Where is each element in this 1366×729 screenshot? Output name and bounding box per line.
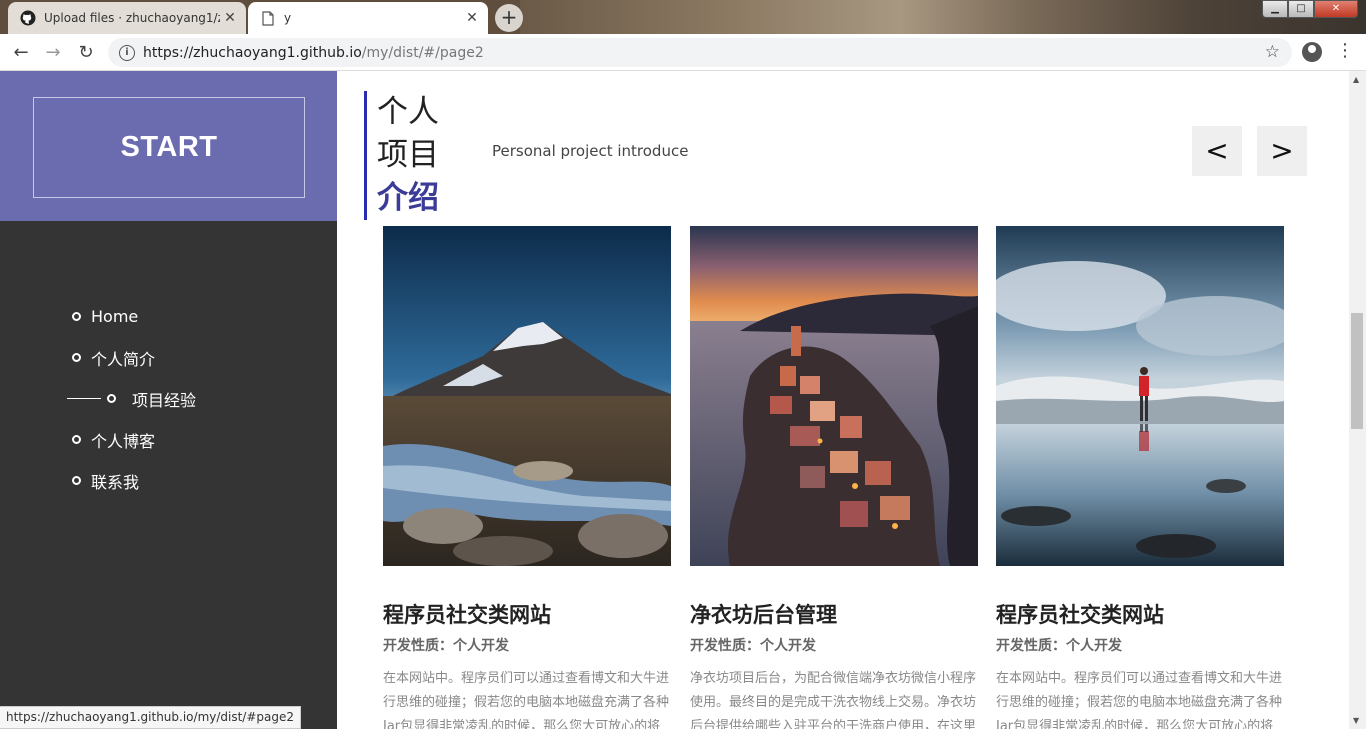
close-tab-icon[interactable]: ✕ <box>220 10 240 26</box>
project-description: 在本网站中。程序员们可以通过查看博文和大牛进行思维的碰撞；假若您的电脑本地磁盘充… <box>383 671 670 729</box>
sidebar-item-contact[interactable]: 联系我 <box>0 460 337 501</box>
heading-line: 项目 <box>377 137 439 173</box>
main-content: 个人 项目 介绍 Personal project introduce < > <box>337 71 1349 729</box>
prev-button[interactable]: < <box>1192 126 1242 176</box>
sidebar-item-blog[interactable]: 个人博客 <box>0 419 337 460</box>
project-title[interactable]: 程序员社交类网站 <box>383 599 671 629</box>
project-title[interactable]: 程序员社交类网站 <box>996 599 1284 629</box>
active-indicator-line <box>67 398 101 399</box>
start-logo[interactable]: START <box>33 97 305 198</box>
project-meta: 开发性质：个人开发 <box>690 638 816 654</box>
page-scrollbar[interactable]: ▲ ▼ <box>1349 71 1366 729</box>
bullet-circle-icon <box>72 476 81 485</box>
project-card[interactable]: 净衣坊后台管理 开发性质：个人开发 净衣坊项目后台，为配合微信端净衣坊微信小程序… <box>690 226 978 729</box>
forward-arrow-icon[interactable]: → <box>41 41 65 65</box>
address-bar[interactable]: i https://zhuchaoyang1.github.io/my/dist… <box>108 38 1292 67</box>
url-path: /my/dist/#/page2 <box>361 44 484 61</box>
project-meta: 开发性质：个人开发 <box>996 638 1122 654</box>
bullet-circle-icon <box>107 394 116 403</box>
scrollbar-thumb[interactable] <box>1351 313 1363 429</box>
back-arrow-icon[interactable]: ← <box>9 41 33 65</box>
maximize-window-button[interactable]: □ <box>1288 0 1314 18</box>
mountain-river-photo[interactable] <box>383 226 671 566</box>
url-host: https://zhuchaoyang1.github.io <box>143 44 362 61</box>
heading-line: 个人 <box>377 94 439 130</box>
bullet-circle-icon <box>72 312 81 321</box>
close-tab-icon[interactable]: ✕ <box>462 10 482 26</box>
site-info-icon[interactable]: i <box>119 44 135 61</box>
sidebar-item-label: 项目经验 <box>132 390 197 410</box>
account-avatar-icon[interactable] <box>1302 42 1322 62</box>
tab-title: y <box>284 11 292 25</box>
scroll-down-arrow-icon[interactable]: ▼ <box>1353 716 1359 725</box>
tab-title: Upload files · zhuchaoyang1/z <box>44 11 220 25</box>
browser-toolbar: ← → ↻ i https://zhuchaoyang1.github.io/m… <box>0 34 1366 71</box>
sidebar-item-label: Home <box>91 307 139 326</box>
tabstrip-background <box>520 0 1366 34</box>
browser-tab-upload[interactable]: Upload files · zhuchaoyang1/z ✕ <box>8 2 246 34</box>
glacier-reflection-photo[interactable] <box>996 226 1284 566</box>
start-panel: START <box>0 71 337 221</box>
heading-line-accent: 介绍 <box>377 180 439 216</box>
sidebar-item-label: 联系我 <box>91 472 140 492</box>
github-icon <box>20 10 36 26</box>
sidebar-item-home[interactable]: Home <box>0 296 337 337</box>
page-icon <box>260 10 276 26</box>
close-window-button[interactable]: ✕ <box>1314 0 1358 18</box>
sidebar-item-label: 个人简介 <box>91 349 156 369</box>
scroll-up-arrow-icon[interactable]: ▲ <box>1353 75 1359 84</box>
coastal-village-photo[interactable] <box>690 226 978 566</box>
new-tab-button[interactable]: + <box>495 4 523 32</box>
project-title[interactable]: 净衣坊后台管理 <box>690 599 978 629</box>
minimize-window-button[interactable]: ▁ <box>1262 0 1288 18</box>
browser-tab-current[interactable]: y ✕ <box>248 2 488 34</box>
project-card[interactable]: 程序员社交类网站 开发性质：个人开发 在本网站中。程序员们可以通过查看博文和大牛… <box>996 226 1284 729</box>
section-subtitle: Personal project introduce <box>492 142 689 160</box>
next-button[interactable]: > <box>1257 126 1307 176</box>
page-viewport: START Home 个人简介 项目经验 个人博客 联系我 个人 项目 介绍 P… <box>0 71 1366 729</box>
project-meta: 开发性质：个人开发 <box>383 638 509 654</box>
browser-tab-strip: Upload files · zhuchaoyang1/z ✕ y ✕ + ▁ … <box>0 0 1366 34</box>
project-description: 净衣坊项目后台，为配合微信端净衣坊微信小程序使用。最终目的是完成干洗衣物线上交易… <box>690 671 977 729</box>
sidebar-item-projects[interactable]: 项目经验 <box>0 378 337 419</box>
browser-menu-icon[interactable]: ⋮ <box>1336 39 1354 63</box>
sidebar-item-label: 个人博客 <box>91 431 156 451</box>
project-description: 在本网站中。程序员们可以通过查看博文和大牛进行思维的碰撞；假若您的电脑本地磁盘充… <box>996 671 1283 729</box>
bookmark-star-icon[interactable]: ☆ <box>1265 42 1280 62</box>
status-bar-url: https://zhuchaoyang1.github.io/my/dist/#… <box>0 706 302 729</box>
sidebar-item-profile[interactable]: 个人简介 <box>0 337 337 378</box>
sidebar-menu: Home 个人简介 项目经验 个人博客 联系我 <box>0 296 337 501</box>
bullet-circle-icon <box>72 353 81 362</box>
reload-icon[interactable]: ↻ <box>74 41 98 65</box>
sidebar: START Home 个人简介 项目经验 个人博客 联系我 <box>0 71 337 729</box>
bullet-circle-icon <box>72 435 81 444</box>
section-heading: 个人 项目 介绍 <box>364 91 439 220</box>
project-card[interactable]: 程序员社交类网站 开发性质：个人开发 在本网站中。程序员们可以通过查看博文和大牛… <box>383 226 671 729</box>
